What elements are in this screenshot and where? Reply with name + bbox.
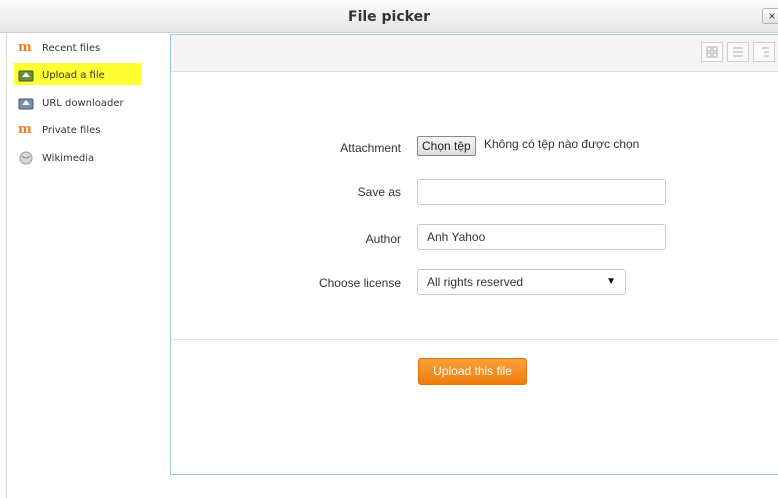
repository-sidebar: m Recent files Upload a file URL downloa…	[7, 34, 169, 498]
url-downloader-icon	[18, 96, 34, 110]
upload-icon	[18, 68, 34, 82]
list-icon	[733, 47, 743, 57]
titlebar: File picker ×	[0, 0, 778, 33]
tree-view-button[interactable]	[753, 42, 775, 62]
dropdown-arrow-icon: ▼	[606, 276, 616, 287]
author-label: Author	[365, 232, 401, 246]
sidebar-item-label: Wikimedia	[42, 152, 95, 164]
sidebar-item-url-downloader[interactable]: URL downloader	[18, 94, 124, 112]
author-input[interactable]: Anh Yahoo	[417, 224, 666, 250]
license-selected-value: All rights reserved	[427, 275, 524, 289]
sidebar-item-recent-files[interactable]: m Recent files	[18, 39, 100, 57]
saveas-label: Save as	[357, 185, 401, 199]
close-button[interactable]: ×	[762, 8, 778, 24]
wikimedia-icon	[18, 151, 34, 165]
sidebar-item-label: Recent files	[42, 42, 101, 54]
form-divider	[171, 339, 778, 340]
moodle-icon: m	[18, 122, 32, 137]
saveas-input[interactable]	[417, 179, 666, 205]
grid-icon	[706, 46, 718, 58]
sidebar-item-label: URL downloader	[42, 97, 124, 109]
choose-file-button[interactable]: Chọn tệp	[417, 136, 476, 156]
sidebar-item-upload-a-file[interactable]: Upload a file	[14, 63, 141, 85]
icon-view-button[interactable]	[701, 42, 723, 62]
tree-icon	[762, 47, 769, 57]
upload-file-button[interactable]: Upload this file	[418, 358, 527, 385]
attachment-label: Attachment	[340, 141, 401, 155]
license-label: Choose license	[318, 276, 401, 290]
sidebar-item-private-files[interactable]: m Private files	[18, 121, 100, 139]
list-view-button[interactable]	[727, 42, 749, 62]
moodle-icon: m	[18, 40, 32, 55]
sidebar-item-label: Upload a file	[42, 69, 105, 81]
license-select[interactable]: All rights reserved ▼	[417, 269, 626, 295]
no-file-status: Không có tệp nào được chọn	[484, 137, 640, 151]
view-toolbar	[171, 35, 778, 72]
sidebar-item-label: Private files	[42, 124, 101, 136]
dialog-title: File picker	[348, 9, 430, 25]
sidebar-item-wikimedia[interactable]: Wikimedia	[18, 149, 94, 167]
content-panel: Attachment Chọn tệp Không có tệp nào đượ…	[170, 34, 778, 475]
close-icon: ×	[768, 9, 776, 23]
